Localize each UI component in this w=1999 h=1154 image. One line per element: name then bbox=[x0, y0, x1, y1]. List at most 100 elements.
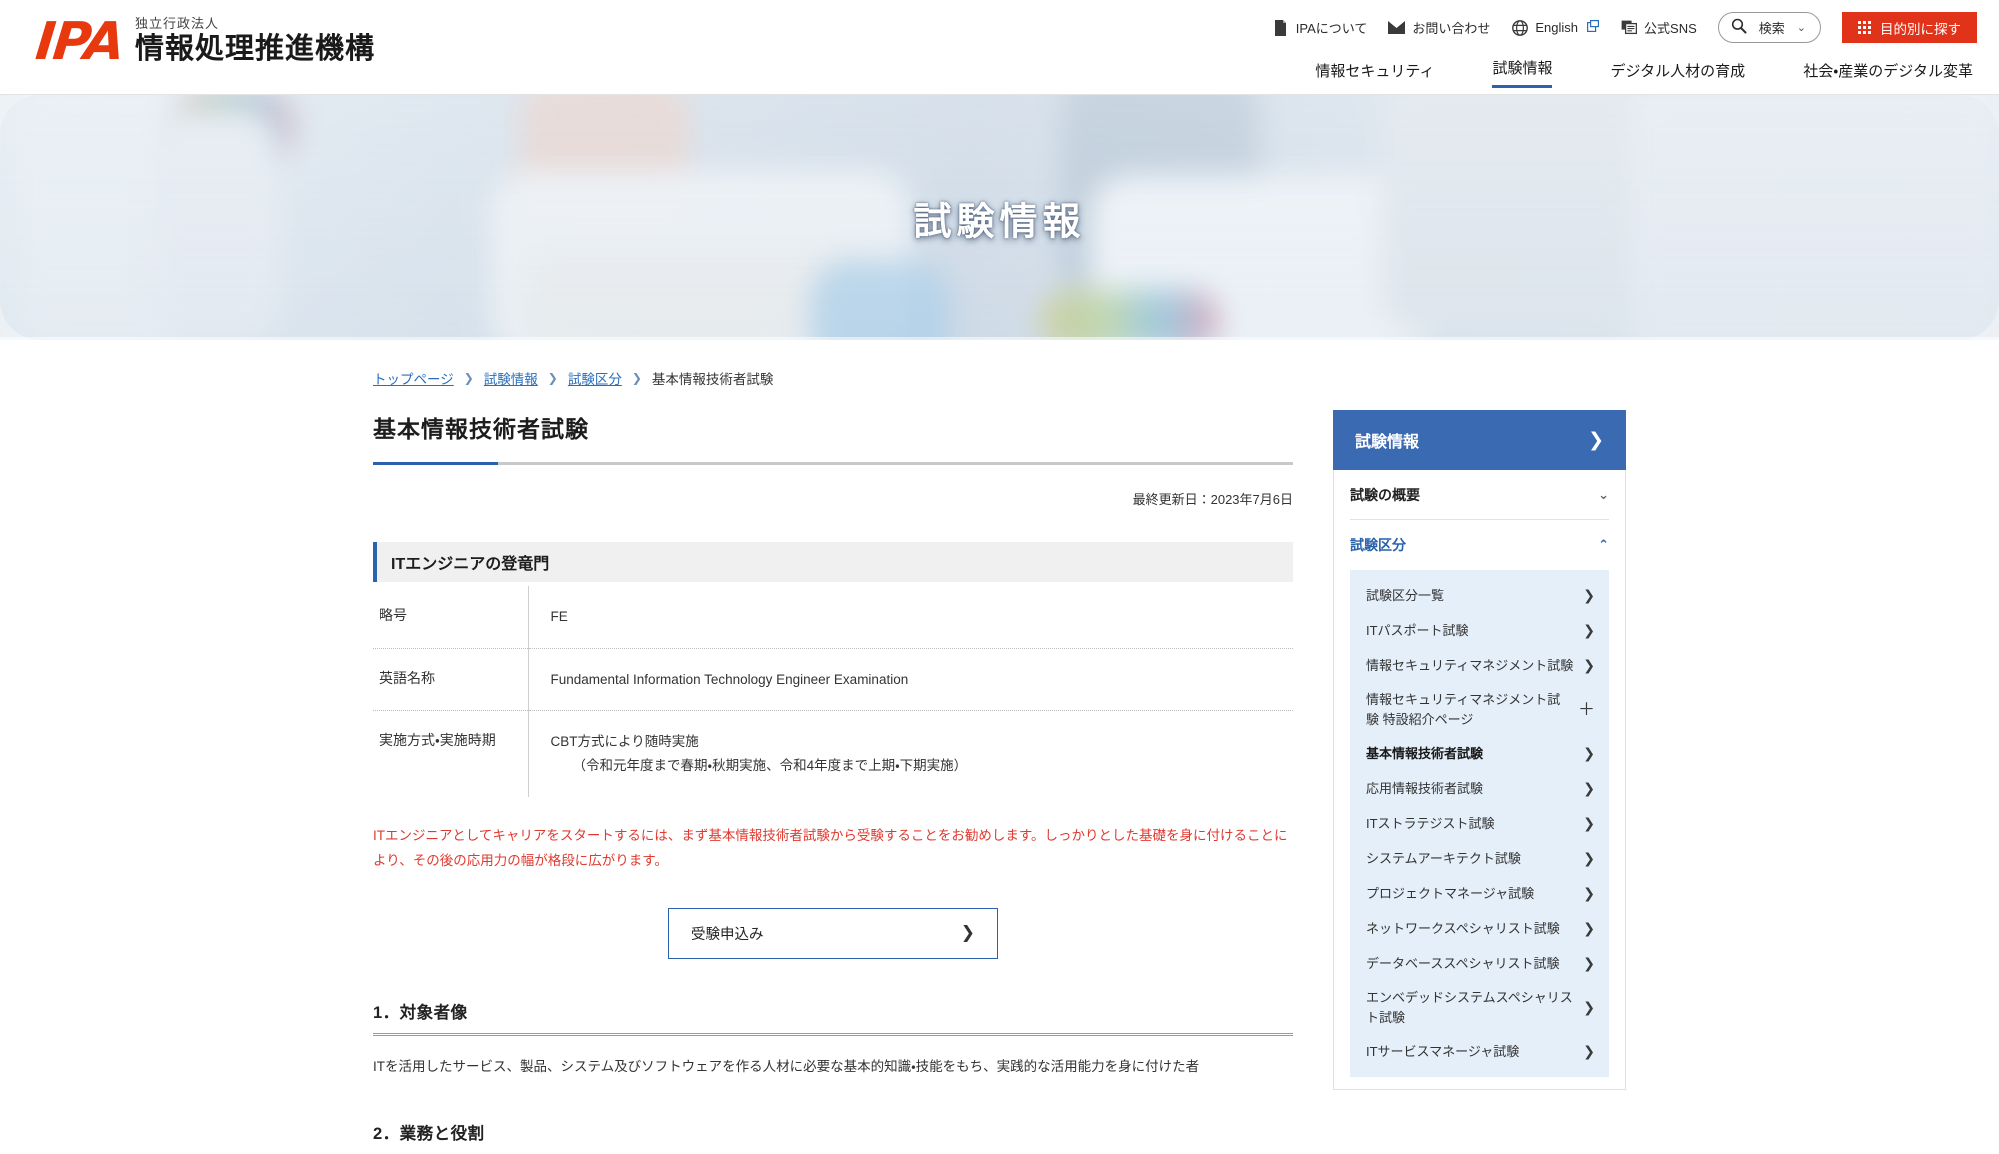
sidebar-item-fundamental-it-engineer[interactable]: 基本情報技術者試験 ❯ bbox=[1350, 736, 1609, 771]
breadcrumb: トップページ ❯ 試験情報 ❯ 試験区分 ❯ 基本情報技術者試験 bbox=[36, 340, 1963, 388]
nav-item-security[interactable]: 情報セキュリティ bbox=[1315, 60, 1434, 88]
sidebar-header-exam-info[interactable]: 試験情報 ❯ bbox=[1333, 410, 1626, 470]
chevron-right-icon: ❯ bbox=[547, 371, 558, 385]
util-contact[interactable]: お問い合わせ bbox=[1388, 18, 1490, 37]
sidebar-item-label: ITパスポート試験 bbox=[1366, 622, 1469, 638]
document-icon bbox=[1272, 19, 1289, 36]
chevron-right-icon: ❯ bbox=[1583, 657, 1595, 673]
content-row: 基本情報技術者試験 最終更新日：2023年7月6日 ITエンジニアの登竜門 略号… bbox=[36, 388, 1963, 1154]
row-label: 英語名称 bbox=[379, 669, 435, 686]
hero-banner: 試験情報 bbox=[0, 95, 1999, 340]
last-updated: 最終更新日：2023年7月6日 bbox=[1132, 492, 1293, 507]
sidebar-item-project-manager[interactable]: プロジェクトマネージャ試験 ❯ bbox=[1350, 876, 1609, 911]
chevron-down-icon: ⌄ bbox=[1598, 486, 1609, 502]
breadcrumb-link-exam-category[interactable]: 試験区分 bbox=[568, 368, 622, 388]
nav-item-exam-info[interactable]: 試験情報 bbox=[1492, 57, 1553, 88]
purpose-search-button[interactable]: 目的別に探す bbox=[1842, 12, 1977, 43]
apply-button-wrapper: 受験申込み ❯ bbox=[373, 907, 1293, 959]
mail-icon bbox=[1388, 19, 1406, 36]
chevron-right-icon: ❯ bbox=[1583, 885, 1595, 901]
purpose-search-label: 目的別に探す bbox=[1880, 21, 1961, 37]
sidebar-item-label: システムアーキテクト試験 bbox=[1366, 850, 1521, 866]
logo-title: 情報処理推進機構 bbox=[134, 32, 375, 65]
apply-button-label: 受験申込み bbox=[691, 926, 764, 943]
site-logo[interactable]: IPA 独立行政法人 情報処理推進機構 bbox=[32, 12, 375, 73]
sidebar-item-label: ITストラテジスト試験 bbox=[1366, 815, 1495, 831]
breadcrumb-current: 基本情報技術者試験 bbox=[651, 372, 774, 387]
row-label: 略号 bbox=[379, 607, 407, 623]
sidebar-item-database-specialist[interactable]: データベーススペシャリスト試験 ❯ bbox=[1350, 946, 1609, 981]
sidebar-item-label: データベーススペシャリスト試験 bbox=[1366, 955, 1560, 971]
sidebar-item-it-service-manager[interactable]: ITサービスマネージャ試験 ❯ bbox=[1350, 1034, 1609, 1069]
chevron-right-icon: ❯ bbox=[1583, 920, 1595, 936]
sidebar-item-it-passport[interactable]: ITパスポート試験 ❯ bbox=[1350, 613, 1609, 648]
nav-item-digital-talent[interactable]: デジタル人材の育成 bbox=[1610, 60, 1745, 88]
util-about-ipa[interactable]: IPAについて bbox=[1272, 18, 1368, 37]
sns-icon bbox=[1620, 19, 1637, 36]
sidebar-item-embedded-systems-specialist[interactable]: エンベデッドシステムスペシャリスト試験 ❯ bbox=[1350, 981, 1609, 1034]
util-label: IPAについて bbox=[1295, 21, 1368, 36]
search-toggle[interactable]: 検索 ⌄ bbox=[1717, 12, 1821, 43]
sidebar-item-label: プロジェクトマネージャ試験 bbox=[1366, 885, 1535, 901]
sidebar-header-label: 試験情報 bbox=[1355, 434, 1420, 451]
chevron-right-icon: ❯ bbox=[1583, 1043, 1595, 1059]
apply-button[interactable]: 受験申込み ❯ bbox=[668, 907, 998, 959]
section-heading-2: 2．業務と役割 bbox=[373, 1120, 1293, 1154]
search-icon bbox=[1731, 18, 1747, 37]
breadcrumb-link-top[interactable]: トップページ bbox=[373, 368, 454, 388]
chevron-down-icon: ⌄ bbox=[1796, 22, 1806, 34]
table-row: 英語名称 Fundamental Information Technology … bbox=[373, 648, 1293, 711]
chevron-right-icon: ❯ bbox=[1583, 955, 1595, 971]
sidebar-item-security-management-special[interactable]: 情報セキュリティマネジメント試験 特設紹介ページ ＋ bbox=[1350, 683, 1609, 736]
sidebar-item-label: ネットワークスペシャリスト試験 bbox=[1366, 920, 1560, 936]
util-official-sns[interactable]: 公式SNS bbox=[1620, 18, 1697, 37]
page-wrapper: トップページ ❯ 試験情報 ❯ 試験区分 ❯ 基本情報技術者試験 基本情報技術者… bbox=[0, 340, 1999, 1154]
nav-item-dx[interactable]: 社会・産業のデジタル変革 bbox=[1803, 60, 1973, 88]
sidebar-item-label: 基本情報技術者試験 bbox=[1366, 745, 1484, 761]
sidebar-item-label: 情報セキュリティマネジメント試験 特設紹介ページ bbox=[1366, 692, 1561, 727]
sidebar-item-category-list[interactable]: 試験区分一覧 ❯ bbox=[1350, 578, 1609, 613]
sidebar-item-it-strategist[interactable]: ITストラテジスト試験 ❯ bbox=[1350, 806, 1609, 841]
accordion-label: 試験区分 bbox=[1350, 537, 1406, 553]
chevron-up-icon: ⌃ bbox=[1598, 537, 1609, 552]
util-english[interactable]: English bbox=[1511, 19, 1600, 36]
exam-info-table: 略号 FE 英語名称 Fundamental Information Techn… bbox=[373, 586, 1293, 797]
utility-nav: IPAについて お問い合わせ English 公式SNS 検索 ⌄ 目的別に探す bbox=[1272, 12, 1977, 43]
row-value-line1: CBT方式により随時実施 bbox=[550, 734, 699, 750]
accordion-label: 試験の概要 bbox=[1350, 486, 1420, 503]
sidebar-accordion-overview[interactable]: 試験の概要 ⌄ bbox=[1350, 470, 1609, 520]
chevron-right-icon: ❯ bbox=[1583, 999, 1595, 1015]
sidebar-accordion-exam-category[interactable]: 試験区分 ⌃ bbox=[1350, 520, 1609, 570]
logo-subtitle: 独立行政法人 bbox=[134, 16, 219, 31]
row-value-line2: （令和元年度まで春期・秋期実施、令和4年度まで上期・下期実施） bbox=[572, 757, 968, 773]
chevron-right-icon: ❯ bbox=[1583, 587, 1595, 603]
chevron-right-icon: ❯ bbox=[1588, 429, 1604, 451]
title-underline bbox=[373, 462, 1293, 465]
sidebar-item-network-specialist[interactable]: ネットワークスペシャリスト試験 ❯ bbox=[1350, 911, 1609, 946]
external-link-icon bbox=[1587, 20, 1600, 35]
breadcrumb-link-exam-info[interactable]: 試験情報 bbox=[484, 368, 538, 388]
util-label: English bbox=[1535, 20, 1579, 35]
sidebar: 試験情報 ❯ 試験の概要 ⌄ 試験区分 ⌃ 試験区分一覧 ❯ ITパスポート試験… bbox=[1333, 410, 1626, 1154]
globe-icon bbox=[1511, 19, 1528, 36]
recommendation-note: ITエンジニアとしてキャリアをスタートするには、まず基本情報技術者試験から受験す… bbox=[373, 827, 1288, 869]
main-content: 基本情報技術者試験 最終更新日：2023年7月6日 ITエンジニアの登竜門 略号… bbox=[373, 410, 1293, 1154]
main-nav: 情報セキュリティ 試験情報 デジタル人材の育成 社会・産業のデジタル変革 bbox=[1315, 57, 1973, 88]
section-body-1: ITを活用したサービス、製品、システム及びソフトウェアを作る人材に必要な基本的知… bbox=[373, 1058, 1200, 1074]
chevron-right-icon: ❯ bbox=[1583, 780, 1595, 796]
sidebar-sublist: 試験区分一覧 ❯ ITパスポート試験 ❯ 情報セキュリティマネジメント試験 ❯ … bbox=[1350, 570, 1609, 1077]
chevron-right-icon: ❯ bbox=[960, 923, 975, 943]
table-row: 略号 FE bbox=[373, 586, 1293, 649]
chevron-right-icon: ❯ bbox=[1583, 850, 1595, 866]
row-value: CBT方式により随時実施 （令和元年度まで春期・秋期実施、令和4年度まで上期・下… bbox=[527, 710, 1293, 797]
sidebar-item-security-management[interactable]: 情報セキュリティマネジメント試験 ❯ bbox=[1350, 648, 1609, 683]
sidebar-item-applied-it-engineer[interactable]: 応用情報技術者試験 ❯ bbox=[1350, 771, 1609, 806]
ipa-logo-mark: IPA bbox=[32, 12, 127, 73]
sidebar-item-label: 情報セキュリティマネジメント試験 bbox=[1366, 657, 1574, 673]
sidebar-panel: 試験の概要 ⌄ 試験区分 ⌃ 試験区分一覧 ❯ ITパスポート試験 ❯ 情報セキ… bbox=[1333, 470, 1626, 1090]
sidebar-item-label: ITサービスマネージャ試験 bbox=[1366, 1043, 1520, 1059]
util-label: 公式SNS bbox=[1644, 21, 1697, 36]
sidebar-item-label: 試験区分一覧 bbox=[1366, 587, 1445, 603]
chevron-right-icon: ❯ bbox=[1583, 815, 1595, 831]
sidebar-item-system-architect[interactable]: システムアーキテクト試験 ❯ bbox=[1350, 841, 1609, 876]
